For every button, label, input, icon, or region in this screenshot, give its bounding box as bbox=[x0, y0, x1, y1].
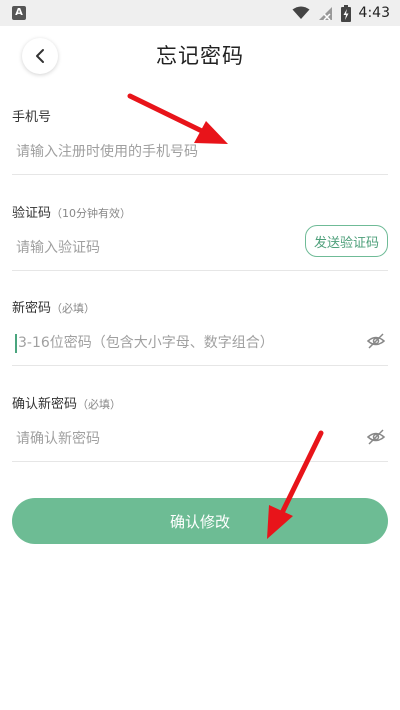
confirm-password-hint: （必填） bbox=[77, 398, 122, 411]
app-bar: 忘记密码 bbox=[0, 26, 400, 84]
send-code-button[interactable]: 发送验证码 bbox=[304, 225, 388, 257]
text-caret bbox=[15, 334, 17, 353]
status-time: 4:43 bbox=[358, 5, 390, 21]
phone-label: 手机号 bbox=[12, 110, 52, 125]
page-title: 忘记密码 bbox=[156, 44, 244, 68]
confirm-password-input[interactable] bbox=[16, 424, 316, 454]
new-password-input[interactable] bbox=[18, 328, 318, 358]
new-password-field-group: 新密码（必填） bbox=[12, 297, 388, 366]
signal-off-icon bbox=[318, 6, 332, 21]
confirm-change-button[interactable]: 确认修改 bbox=[12, 498, 388, 544]
phone-row bbox=[12, 137, 388, 175]
eye-off-icon[interactable] bbox=[366, 331, 386, 351]
phone-input[interactable] bbox=[16, 137, 316, 167]
new-password-hint: （必填） bbox=[51, 302, 96, 315]
eye-off-icon[interactable] bbox=[366, 427, 386, 447]
confirm-password-label: 确认新密码 bbox=[12, 397, 78, 412]
code-label: 验证码 bbox=[12, 206, 52, 221]
status-icons: 4:43 bbox=[292, 3, 390, 23]
new-password-row bbox=[12, 328, 388, 366]
status-bar: A 4:43 bbox=[0, 0, 400, 26]
confirm-password-field-group: 确认新密码（必填） bbox=[12, 393, 388, 462]
code-row: 发送验证码 bbox=[12, 225, 388, 271]
new-password-label: 新密码 bbox=[12, 301, 52, 316]
phone-field-group: 手机号 bbox=[12, 106, 388, 175]
battery-charging-icon bbox=[340, 4, 351, 22]
wifi-icon bbox=[292, 6, 310, 19]
code-hint: （10分钟有效） bbox=[51, 207, 132, 220]
code-input[interactable] bbox=[16, 233, 316, 263]
app-notification-icon: A bbox=[12, 6, 26, 20]
confirm-password-row bbox=[12, 424, 388, 462]
code-field-group: 验证码（10分钟有效） 发送验证码 bbox=[12, 202, 388, 271]
